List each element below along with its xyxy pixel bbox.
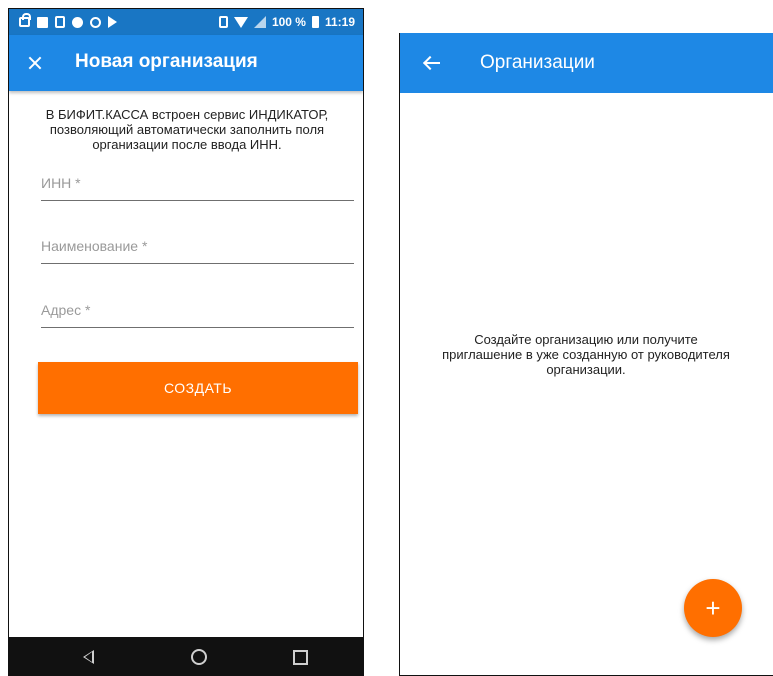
page-title: Новая организация	[75, 51, 258, 72]
inn-field[interactable]	[41, 169, 354, 201]
image-icon	[37, 17, 48, 28]
ring-icon	[90, 17, 101, 28]
navigation-bar	[9, 637, 363, 675]
app-bar: Организации	[400, 33, 773, 93]
arrow-left-icon[interactable]	[420, 51, 444, 75]
nav-recent-icon[interactable]	[293, 650, 308, 665]
play-icon	[108, 16, 117, 28]
wifi-icon	[233, 16, 248, 28]
empty-state-message: Создайте организацию или получите пригла…	[442, 332, 730, 377]
app-bar: Новая организация	[9, 35, 363, 91]
cropped-caption	[0, 0, 773, 8]
indicator-info-text: В БИФИТ.КАССА встроен сервис ИНДИКАТОР, …	[45, 107, 329, 152]
new-organization-screen: 100 % 11:19 Новая организация В БИФИТ.КА…	[8, 8, 364, 676]
signal-icon	[253, 16, 266, 28]
battery-icon	[311, 16, 319, 28]
status-bar: 100 % 11:19	[9, 9, 363, 35]
vibrate-icon	[218, 16, 228, 28]
battery-percent: 100 %	[271, 15, 306, 29]
organizations-screen: Организации Создайте организацию или пол…	[399, 33, 773, 676]
sim-card-icon	[55, 16, 65, 28]
notification-icons	[19, 13, 117, 28]
nav-back-icon[interactable]	[83, 650, 94, 664]
clock: 11:19	[324, 15, 355, 29]
page-title: Организации	[480, 52, 595, 73]
name-field[interactable]	[41, 232, 354, 264]
lock-icon	[19, 13, 31, 27]
create-button[interactable]: СОЗДАТЬ	[38, 362, 358, 414]
nav-home-icon[interactable]	[191, 649, 207, 665]
system-icons: 100 % 11:19	[218, 15, 355, 29]
address-field[interactable]	[41, 296, 354, 328]
add-organization-button[interactable]: +	[684, 579, 742, 637]
circle-icon	[72, 17, 83, 28]
close-icon[interactable]	[21, 49, 49, 77]
